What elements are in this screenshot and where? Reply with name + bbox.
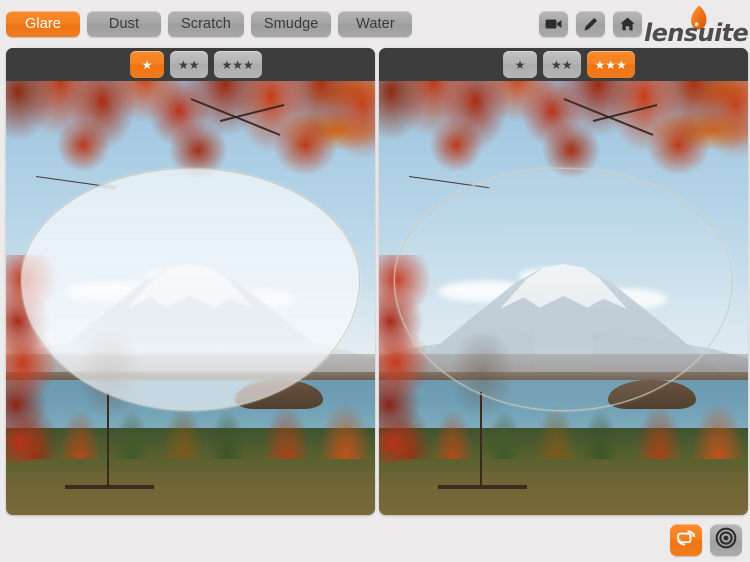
right-photo-viewport[interactable]: [379, 81, 748, 515]
top-toolbar: Glare Dust Scratch Smudge Water lensuite: [0, 0, 750, 47]
tab-scratch-label: Scratch: [181, 16, 231, 32]
left-rating-1-label: ★: [141, 57, 153, 72]
tab-smudge-label: Smudge: [263, 16, 319, 32]
bare-tree: [65, 332, 154, 490]
left-photo-viewport[interactable]: [6, 81, 375, 515]
tab-smudge[interactable]: Smudge: [250, 11, 332, 37]
tool-icon-group: [539, 11, 642, 37]
rotate-screen-icon: [676, 528, 697, 553]
tab-scratch[interactable]: Scratch: [168, 11, 244, 37]
video-button[interactable]: [539, 11, 568, 37]
maple-canopy: [379, 81, 748, 316]
right-rating-1-button[interactable]: ★: [503, 51, 537, 78]
tab-water-label: Water: [356, 16, 395, 32]
left-rating-3-button[interactable]: ★★★: [213, 51, 262, 78]
pencil-icon: [583, 17, 598, 32]
right-rating-group: ★ ★★ ★★★: [503, 51, 635, 78]
brand-wordmark: lensuite: [644, 19, 749, 47]
home-icon: [620, 17, 635, 31]
right-scene-image: [379, 81, 748, 515]
bottom-bar: [670, 524, 742, 556]
left-rating-1-button[interactable]: ★: [130, 51, 164, 78]
rotate-view-button[interactable]: [670, 524, 702, 556]
left-panel-header: ★ ★★ ★★★: [6, 48, 375, 81]
app-root: Glare Dust Scratch Smudge Water lensuite…: [0, 0, 750, 562]
right-rating-3-button[interactable]: ★★★: [586, 51, 635, 78]
target-icon: [715, 527, 737, 554]
right-rating-3-label: ★★★: [594, 57, 627, 72]
home-button[interactable]: [613, 11, 642, 37]
brand-logo: lensuite: [644, 4, 749, 47]
tab-dust-label: Dust: [108, 16, 140, 32]
right-rating-2-button[interactable]: ★★: [543, 51, 581, 78]
left-rating-group: ★ ★★ ★★★: [130, 51, 262, 78]
lens-preview-left: ★ ★★ ★★★: [6, 48, 375, 515]
right-rating-2-label: ★★: [551, 57, 573, 72]
filter-tab-bar: Glare Dust Scratch Smudge Water: [6, 11, 413, 37]
tab-glare-label: Glare: [25, 16, 61, 32]
maple-canopy: [6, 81, 375, 316]
video-camera-icon: [545, 18, 562, 30]
lens-preview-right: ★ ★★ ★★★: [379, 48, 748, 515]
right-rating-1-label: ★: [514, 57, 526, 72]
focus-target-button[interactable]: [710, 524, 742, 556]
edit-button[interactable]: [576, 11, 605, 37]
left-rating-2-label: ★★: [178, 57, 200, 72]
bare-tree: [438, 332, 527, 490]
tab-glare[interactable]: Glare: [6, 11, 80, 37]
tab-water[interactable]: Water: [338, 11, 413, 37]
left-rating-3-label: ★★★: [221, 57, 254, 72]
tab-dust[interactable]: Dust: [87, 11, 161, 37]
left-scene-image: [6, 81, 375, 515]
left-rating-2-button[interactable]: ★★: [170, 51, 208, 78]
right-panel-header: ★ ★★ ★★★: [379, 48, 748, 81]
